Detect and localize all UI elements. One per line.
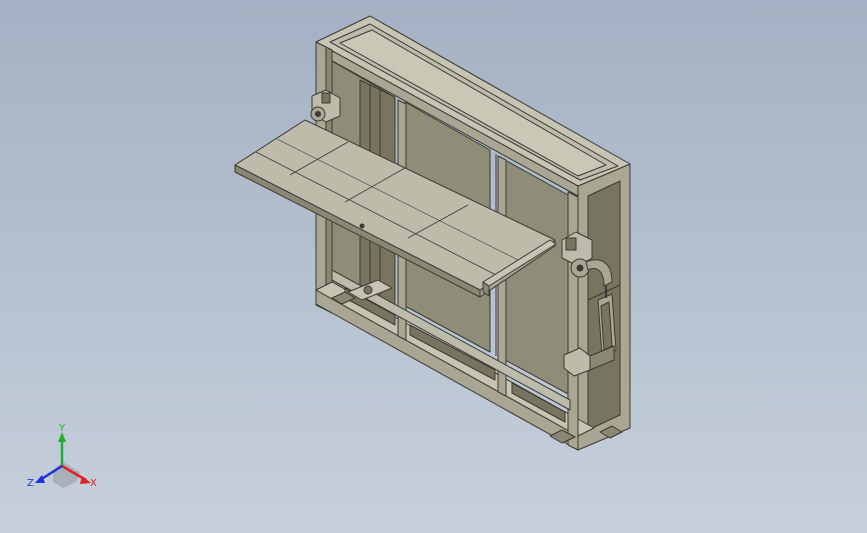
cad-viewport[interactable]: Y X Z: [0, 0, 867, 533]
z-axis-arrow-icon: [35, 475, 45, 483]
x-axis-label: X: [90, 478, 97, 489]
z-axis-label: Z: [27, 478, 34, 489]
y-axis-label: Y: [58, 423, 66, 434]
coordinate-triad[interactable]: Y X Z: [0, 0, 867, 533]
